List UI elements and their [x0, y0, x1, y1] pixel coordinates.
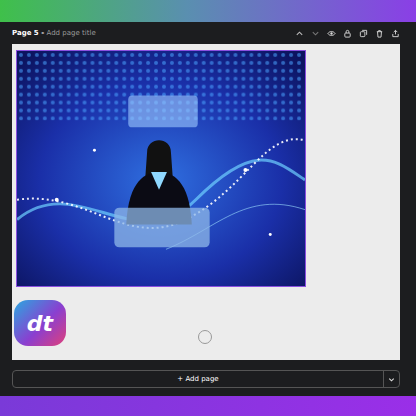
page-label: Page 5 -: [12, 29, 47, 37]
page-title-placeholder[interactable]: Add page title: [47, 29, 96, 37]
logo-text: dt: [27, 311, 53, 336]
graduation-graphic-image: [17, 51, 305, 286]
editor-main: Page 5 - Add page title dt + Add page: [0, 22, 416, 388]
duplicate-icon[interactable]: [359, 29, 368, 38]
bottom-gradient-bar: [0, 396, 416, 416]
page-toolbar: [295, 29, 400, 38]
chevron-down-icon[interactable]: [311, 29, 320, 38]
brand-logo: dt: [14, 300, 66, 346]
add-page-bar: + Add page: [12, 370, 400, 388]
design-image[interactable]: [16, 50, 306, 287]
canvas-handle[interactable]: [198, 330, 212, 344]
share-icon[interactable]: [391, 29, 400, 38]
eye-icon[interactable]: [327, 29, 336, 38]
lock-icon[interactable]: [343, 29, 352, 38]
page-title[interactable]: Page 5 - Add page title: [12, 29, 96, 37]
canvas-footer: dt: [14, 300, 396, 346]
page-canvas: dt: [12, 44, 400, 360]
add-page-button[interactable]: + Add page: [13, 371, 383, 387]
page-header: Page 5 - Add page title: [12, 22, 400, 44]
add-page-dropdown[interactable]: [383, 371, 399, 387]
top-gradient-bar: [0, 0, 416, 22]
chevron-up-icon[interactable]: [295, 29, 304, 38]
chevron-down-icon: [387, 375, 396, 384]
editor: Page 5 - Add page title dt + Add page: [0, 0, 416, 416]
trash-icon[interactable]: [375, 29, 384, 38]
